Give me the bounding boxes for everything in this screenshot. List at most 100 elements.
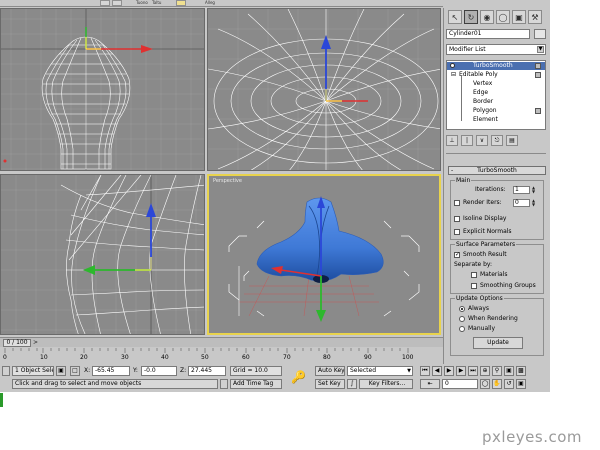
play-icon[interactable]: ▶ <box>444 366 454 376</box>
expand-icon[interactable]: ⊟ <box>451 71 456 79</box>
iterations-spinner[interactable]: 1 <box>513 186 530 194</box>
isoline-checkbox[interactable] <box>454 215 460 222</box>
stack-item-turbosmooth[interactable]: TurboSmooth <box>447 62 545 70</box>
materials-row[interactable]: Materials <box>471 271 508 279</box>
configure-sets-icon[interactable]: ▤ <box>506 135 518 146</box>
toolbar-button[interactable] <box>112 0 122 6</box>
time-tag-icon[interactable] <box>220 379 228 389</box>
smooth-result-checkbox[interactable]: ✓ <box>454 251 460 258</box>
manually-row[interactable]: Manually <box>459 325 495 333</box>
object-color-swatch[interactable] <box>534 29 546 39</box>
maximize-viewport-icon[interactable]: ▣ <box>516 379 526 389</box>
modifier-box-icon <box>535 72 541 78</box>
modifier-stack[interactable]: TurboSmooth ⊟ Editable Poly Vertex Edge … <box>446 60 546 130</box>
viewport-front[interactable] <box>207 8 441 171</box>
update-button[interactable]: Update <box>473 337 523 349</box>
trackbar-number: 70 <box>283 354 291 361</box>
object-name-field[interactable]: Cylinder01 <box>446 29 530 39</box>
stack-item-label: Vertex <box>473 80 493 87</box>
lightbulb-icon[interactable] <box>450 63 455 68</box>
spinner-arrows-icon[interactable]: ▲ ▼ <box>531 186 536 194</box>
when-rendering-row[interactable]: When Rendering <box>459 315 518 323</box>
group-title: Main <box>455 177 472 184</box>
explicit-normals-row[interactable]: Explicit Normals <box>454 228 512 236</box>
orbit-icon[interactable]: ↺ <box>504 379 514 389</box>
next-frame-icon[interactable]: ▶ <box>456 366 466 376</box>
zoom-extents-all-icon[interactable]: ▩ <box>516 366 526 376</box>
manually-radio[interactable] <box>459 325 465 332</box>
modifier-list-dropdown[interactable]: Modifier List ▼ <box>446 44 546 55</box>
spinner-arrows-icon[interactable]: ▲ ▼ <box>531 199 536 207</box>
x-coordinate-field[interactable]: -65.45 <box>92 366 130 376</box>
lock-selection-icon[interactable]: ▣ <box>56 366 66 376</box>
display-tab-icon[interactable]: ▣ <box>512 10 526 24</box>
iterations-label: Iterations: <box>475 186 506 193</box>
zoom-icon[interactable]: ⊕ <box>480 366 490 376</box>
time-config-icon[interactable]: ◯ <box>480 379 490 389</box>
isoline-row[interactable]: Isoline Display <box>454 215 506 223</box>
smooth-result-row[interactable]: ✓ Smooth Result <box>454 251 507 259</box>
trackbar-number: 30 <box>121 354 129 361</box>
always-row[interactable]: Always <box>459 305 489 313</box>
smoothing-groups-label: Smoothing Groups <box>480 282 536 289</box>
create-tab-icon[interactable]: ↖ <box>448 10 462 24</box>
when-rendering-radio[interactable] <box>459 315 465 322</box>
prompt-line: Click and drag to select and move object… <box>12 379 218 389</box>
make-unique-icon[interactable]: ∨ <box>476 135 488 146</box>
smoothing-groups-checkbox[interactable] <box>471 282 477 289</box>
smooth-result-label: Smooth Result <box>463 251 507 258</box>
key-filters-button[interactable]: Key Filters... <box>359 379 413 389</box>
auto-key-button[interactable]: Auto Key <box>315 366 345 376</box>
turbosmooth-rollout-header[interactable]: - TurboSmooth <box>448 166 546 175</box>
key-mode-toggle-icon[interactable]: ⇤ <box>420 379 440 389</box>
main-toolbar: Tuono Taltu Alleg <box>0 0 443 7</box>
zoom-extents-icon[interactable]: ▣ <box>504 366 514 376</box>
next-frame-icon[interactable]: > <box>33 339 38 347</box>
go-to-end-icon[interactable]: ⏭ <box>468 366 478 376</box>
set-key-button[interactable]: Set Key <box>315 379 345 389</box>
modify-tab-icon[interactable]: ↻ <box>464 10 478 24</box>
stack-tools: ⊥ | ∨ ⎋ ▤ <box>446 135 546 147</box>
toolbar-button[interactable] <box>100 0 110 6</box>
time-slider-thumb[interactable]: 0 / 100 <box>3 339 31 347</box>
always-radio[interactable] <box>459 305 465 312</box>
viewport-top[interactable] <box>0 8 205 171</box>
materials-checkbox[interactable] <box>471 271 477 278</box>
surface-parameters-group: Surface Parameters ✓ Smooth Result Separa… <box>450 241 544 294</box>
stack-item-label: Edge <box>473 89 489 96</box>
render-iters-row[interactable]: Render Iters: <box>454 199 502 207</box>
utilities-tab-icon[interactable]: ⚒ <box>528 10 542 24</box>
main-group: Main Iterations: 1 ▲ ▼ Render Iters: 0 ▲ ▼… <box>450 177 544 240</box>
key-mode-dropdown[interactable]: Selected ▼ <box>347 366 413 376</box>
y-coordinate-field[interactable]: -0.0 <box>141 366 177 376</box>
absolute-mode-icon[interactable]: □ <box>70 366 80 376</box>
render-iters-spinner[interactable]: 0 <box>513 199 530 207</box>
time-slider[interactable]: 0 / 100 > <box>0 337 443 347</box>
remove-modifier-icon[interactable]: ⎋ <box>491 135 503 146</box>
add-time-tag-button[interactable]: Add Time Tag <box>230 379 282 389</box>
previous-frame-icon[interactable]: ◀ <box>432 366 442 376</box>
trackbar-number: 0 <box>3 354 7 361</box>
hierarchy-tab-icon[interactable]: ◉ <box>480 10 494 24</box>
set-key-icon[interactable]: 🔑 <box>291 370 306 384</box>
maxscript-listener-icon[interactable] <box>2 366 10 376</box>
z-coordinate-field[interactable]: 27.445 <box>188 366 226 376</box>
render-iters-checkbox[interactable] <box>454 199 460 206</box>
move-tool-button[interactable] <box>176 0 186 6</box>
go-to-start-icon[interactable]: ⏮ <box>420 366 430 376</box>
key-mode-value: Selected <box>350 367 377 374</box>
smoothing-groups-row[interactable]: Smoothing Groups <box>471 282 536 290</box>
motion-tab-icon[interactable]: ◯ <box>496 10 510 24</box>
pin-stack-icon[interactable]: ⊥ <box>446 135 458 146</box>
trackbar-number: 100 <box>402 354 414 361</box>
show-end-result-icon[interactable]: | <box>461 135 473 146</box>
pan-icon[interactable]: ✋ <box>492 379 502 389</box>
viewport-left[interactable] <box>0 174 205 335</box>
trackbar[interactable]: 0 10 20 30 40 50 60 70 80 90 100 <box>0 348 443 364</box>
viewport-perspective[interactable]: Perspective <box>207 174 441 335</box>
current-frame-field[interactable]: 0 <box>442 379 478 389</box>
zoom-all-icon[interactable]: ⚲ <box>492 366 502 376</box>
tree-line <box>461 75 462 121</box>
explicit-normals-checkbox[interactable] <box>454 228 460 235</box>
default-tangents-icon[interactable]: ∫ <box>347 379 357 389</box>
